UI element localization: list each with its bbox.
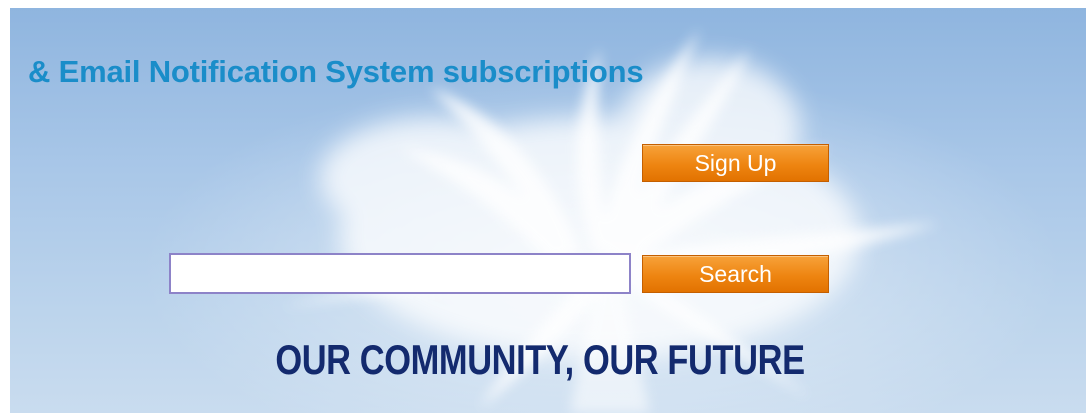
page-canvas: & Email Notification System subscription…	[0, 0, 1086, 413]
tagline: OUR COMMUNITY, OUR FUTURE	[275, 336, 805, 383]
search-button[interactable]: Search	[642, 255, 829, 293]
search-input[interactable]	[169, 253, 631, 294]
sign-up-button[interactable]: Sign Up	[642, 144, 829, 182]
page-heading: & Email Notification System subscription…	[28, 54, 644, 89]
sky-background: & Email Notification System subscription…	[10, 8, 1086, 413]
